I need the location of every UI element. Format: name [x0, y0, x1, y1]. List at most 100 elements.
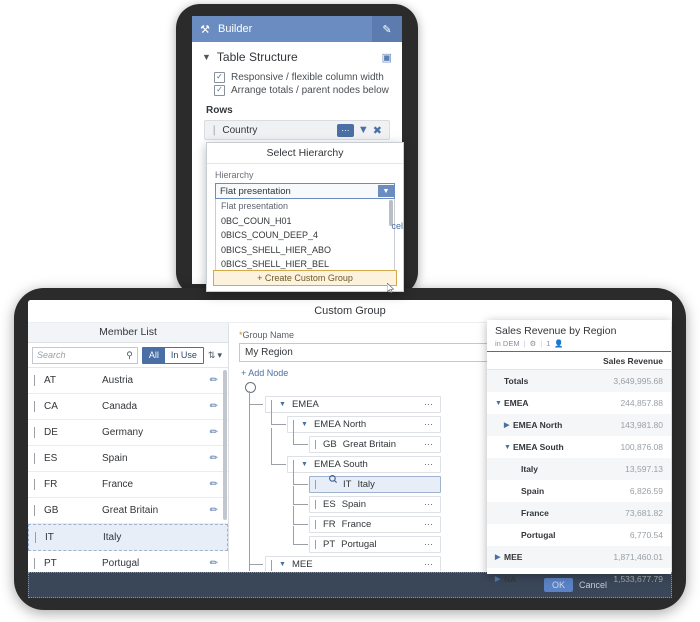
- more-options-icon[interactable]: ⋯: [424, 419, 434, 430]
- list-item[interactable]: CA Canada ✏: [28, 394, 228, 420]
- checkbox-responsive-width[interactable]: ✓ Responsive / flexible column width: [214, 72, 392, 83]
- table-row[interactable]: ▶ MEE 1,871,460.01: [487, 546, 671, 568]
- drag-handle-icon[interactable]: [34, 558, 35, 569]
- search-input[interactable]: Search ⚲: [32, 346, 138, 364]
- drag-handle-icon[interactable]: [34, 453, 35, 464]
- list-item[interactable]: PT Portugal ✏: [28, 551, 228, 571]
- settings-icon[interactable]: ⚙: [530, 339, 537, 348]
- filter-in-use-button[interactable]: In Use: [164, 347, 203, 363]
- drag-handle-icon[interactable]: [34, 479, 35, 490]
- drag-handle-icon[interactable]: [34, 427, 35, 438]
- member-code: ES: [44, 453, 58, 464]
- pen-icon[interactable]: ✎: [372, 16, 402, 42]
- sort-icon: ⇅: [207, 349, 216, 360]
- member-code: FR: [44, 479, 58, 490]
- tree-node-spain[interactable]: ES Spain ⋯: [309, 496, 441, 513]
- list-item[interactable]: AT Austria ✏: [28, 368, 228, 394]
- table-row[interactable]: Spain 6,826.59: [487, 480, 671, 502]
- chevron-down-icon[interactable]: ▼: [504, 444, 513, 451]
- more-options-icon[interactable]: ⋯: [424, 439, 434, 450]
- hierarchy-select[interactable]: Flat presentation ▼: [215, 183, 395, 199]
- row-label: France: [521, 508, 549, 518]
- tree-node-mee[interactable]: ▼ MEE ⋯: [265, 556, 441, 571]
- tree-node-france[interactable]: FR France ⋯: [309, 516, 441, 533]
- list-item-selected[interactable]: IT Italy: [28, 524, 228, 551]
- edit-icon[interactable]: ✏: [210, 479, 218, 490]
- group-name-value: My Region: [245, 347, 293, 358]
- tree-node-emea[interactable]: ▼ EMEA ⋯: [265, 396, 441, 413]
- more-options-icon[interactable]: ⋯: [424, 559, 434, 570]
- edit-icon[interactable]: ✏: [210, 505, 218, 516]
- drag-handle-icon[interactable]: [315, 500, 316, 509]
- row-label-cell: Italy: [495, 464, 625, 474]
- table-row[interactable]: Totals 3,649,995.68: [487, 370, 671, 392]
- sort-button[interactable]: ⇅ ▾: [208, 350, 224, 361]
- remove-icon[interactable]: ✖: [373, 124, 382, 137]
- dimension-pill-country[interactable]: ❘ Country ⋯ ▼ ✖: [204, 120, 390, 140]
- more-options-button[interactable]: ⋯: [336, 123, 354, 137]
- chevron-down-icon[interactable]: ▼: [378, 185, 394, 197]
- tree-node-emea-north[interactable]: ▼ EMEA North ⋯: [287, 416, 441, 433]
- wrench-icon: ⚒: [200, 23, 210, 36]
- hierarchy-option[interactable]: 0BICS_SHELL_HIER_ABO: [216, 243, 394, 258]
- edit-icon[interactable]: ✏: [210, 375, 218, 386]
- more-options-icon[interactable]: ⋯: [424, 459, 434, 470]
- edit-icon[interactable]: ✏: [210, 401, 218, 412]
- search-placeholder: Search: [37, 350, 66, 360]
- search-icon[interactable]: ⚲: [126, 350, 133, 361]
- person-icon[interactable]: 👤: [554, 339, 563, 348]
- more-options-icon[interactable]: ⋯: [424, 499, 434, 510]
- member-list-rows[interactable]: AT Austria ✏ CA Canada ✏ DE Germany ✏ ES…: [28, 368, 228, 571]
- row-label-cell: ▶ NA: [495, 574, 613, 584]
- edit-icon[interactable]: ✏: [210, 558, 218, 569]
- hierarchy-option[interactable]: 0BC_COUN_H01: [216, 214, 394, 229]
- row-value: 6,770.54: [629, 530, 663, 540]
- tree-node-great-britain[interactable]: GB Great Britain ⋯: [309, 436, 441, 453]
- table-structure-header[interactable]: ▼ Table Structure ▣: [202, 50, 392, 64]
- list-item[interactable]: DE Germany ✏: [28, 420, 228, 446]
- table-row[interactable]: ▼ EMEA 244,857.88: [487, 392, 671, 414]
- table-row[interactable]: ▼ EMEA South 100,876.08: [487, 436, 671, 458]
- member-code: PT: [44, 558, 57, 569]
- table-row[interactable]: Italy 13,597.13: [487, 458, 671, 480]
- table-row[interactable]: ▶ EMEA North 143,981.80: [487, 414, 671, 436]
- edit-icon[interactable]: ✏: [210, 453, 218, 464]
- hierarchy-option-list[interactable]: Flat presentation 0BC_COUN_H01 0BICS_COU…: [215, 199, 395, 273]
- drag-handle-icon[interactable]: [315, 440, 316, 449]
- chevron-right-icon[interactable]: ▶: [495, 575, 504, 583]
- drag-handle-icon[interactable]: [34, 505, 35, 516]
- more-options-icon[interactable]: ⋯: [424, 399, 434, 410]
- drag-handle-icon[interactable]: [315, 520, 316, 529]
- hierarchy-option[interactable]: 0BICS_COUN_DEEP_4: [216, 228, 394, 243]
- drag-handle-icon[interactable]: [35, 532, 36, 543]
- hierarchy-option[interactable]: Flat presentation: [216, 199, 394, 214]
- more-options-icon[interactable]: ⋯: [424, 519, 434, 530]
- create-custom-group-button[interactable]: + Create Custom Group: [213, 270, 397, 286]
- drag-handle-icon[interactable]: ❘: [210, 125, 218, 136]
- table-settings-icon[interactable]: ▣: [382, 51, 392, 64]
- checkbox-icon: ✓: [214, 72, 225, 83]
- list-item[interactable]: FR France ✏: [28, 472, 228, 498]
- tree-node-emea-south[interactable]: ▼ EMEA South ⋯: [287, 456, 441, 473]
- list-item[interactable]: ES Spain ✏: [28, 446, 228, 472]
- drag-handle-icon[interactable]: [315, 480, 316, 489]
- filter-all-button[interactable]: All: [142, 347, 165, 363]
- drag-handle-icon[interactable]: [34, 375, 35, 386]
- list-item[interactable]: GB Great Britain ✏: [28, 498, 228, 524]
- table-row[interactable]: ▶ NA 1,533,677.79: [487, 568, 671, 590]
- more-options-icon[interactable]: ⋯: [424, 539, 434, 550]
- filter-segmented-control[interactable]: All In Use: [141, 346, 204, 364]
- checkbox-arrange-totals[interactable]: ✓ Arrange totals / parent nodes below: [214, 85, 392, 96]
- drag-handle-icon[interactable]: [315, 540, 316, 549]
- member-list-scrollbar[interactable]: [223, 370, 227, 520]
- table-row[interactable]: Portugal 6,770.54: [487, 524, 671, 546]
- cancel-button-partial[interactable]: cel: [391, 221, 403, 231]
- filter-icon[interactable]: ▼: [358, 124, 369, 136]
- drag-handle-icon[interactable]: [34, 401, 35, 412]
- chevron-right-icon[interactable]: ▶: [495, 553, 504, 561]
- table-row[interactable]: France 73,681.82: [487, 502, 671, 524]
- chevron-down-icon[interactable]: ▼: [495, 400, 504, 407]
- edit-icon[interactable]: ✏: [210, 427, 218, 438]
- chevron-right-icon[interactable]: ▶: [504, 421, 513, 429]
- tree-node-portugal[interactable]: PT Portugal ⋯: [309, 536, 441, 553]
